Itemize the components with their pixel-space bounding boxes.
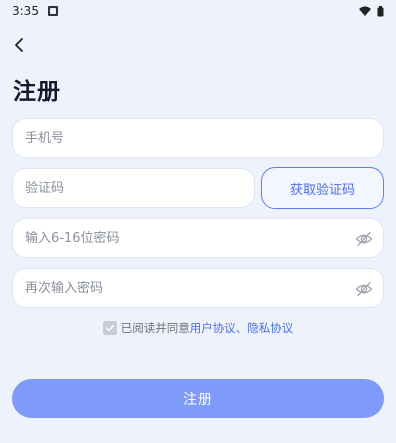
notification-icon xyxy=(47,6,58,16)
confirm-password-field[interactable] xyxy=(12,268,384,308)
phone-field[interactable] xyxy=(12,118,384,158)
phone-input[interactable] xyxy=(25,130,371,146)
privacy-agreement-link[interactable]: 隐私协议 xyxy=(247,320,293,336)
chevron-left-icon xyxy=(15,38,23,52)
code-field[interactable] xyxy=(12,168,255,208)
confirm-password-input[interactable] xyxy=(25,280,371,296)
status-right xyxy=(359,5,384,17)
user-agreement-link[interactable]: 用户协议 xyxy=(190,320,236,336)
back-button[interactable] xyxy=(8,34,30,56)
agreement-separator: 、 xyxy=(235,321,248,335)
eye-off-icon[interactable] xyxy=(355,280,373,298)
page-title: 注册 xyxy=(13,79,61,105)
agreement-row: 已阅读并同意 用户协议 、 隐私协议 xyxy=(0,319,396,337)
status-time: 3:35 xyxy=(12,4,39,18)
agreement-checkbox[interactable] xyxy=(102,321,117,335)
code-input[interactable] xyxy=(25,180,242,196)
check-icon xyxy=(105,324,114,332)
status-left: 3:35 xyxy=(12,4,58,18)
battery-icon xyxy=(377,5,384,17)
agreement-prefix: 已阅读并同意 xyxy=(120,321,190,335)
get-code-button[interactable]: 获取验证码 xyxy=(261,167,384,209)
status-bar: 3:35 xyxy=(0,0,396,22)
password-field[interactable] xyxy=(12,218,384,258)
eye-off-icon[interactable] xyxy=(355,230,373,248)
wifi-icon xyxy=(359,6,371,16)
register-button[interactable]: 注册 xyxy=(12,379,384,418)
password-input[interactable] xyxy=(25,230,371,246)
